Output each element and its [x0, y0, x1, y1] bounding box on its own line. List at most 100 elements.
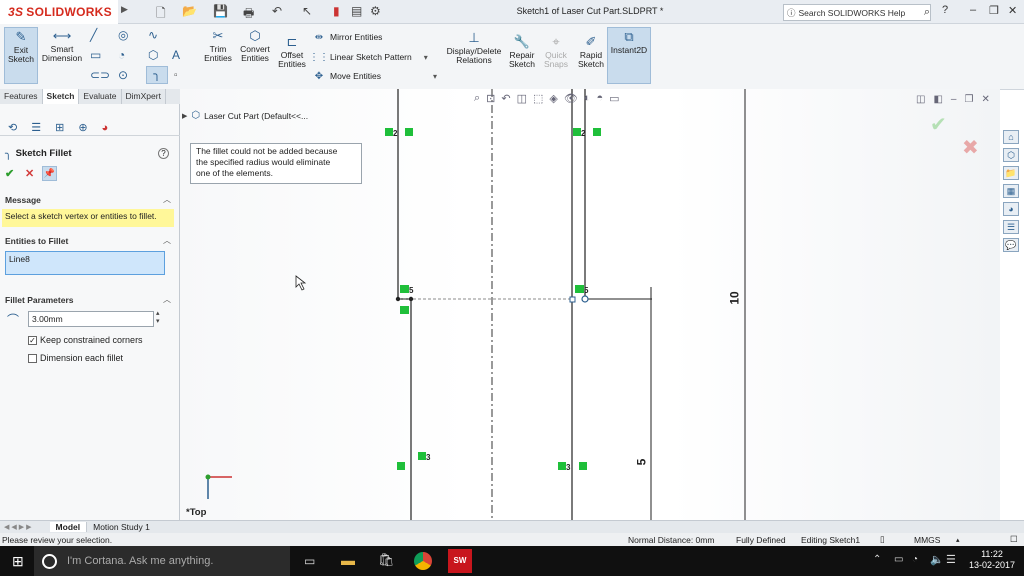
arc-icon[interactable]: ◔	[118, 48, 125, 62]
chevron-up-icon[interactable]: ▴	[956, 536, 960, 544]
relation-glyph[interactable]	[397, 462, 405, 470]
custom-properties-icon[interactable]: ☰	[1003, 220, 1019, 234]
text-icon[interactable]: A	[172, 48, 180, 62]
file-explorer-icon[interactable]: ▬	[341, 552, 355, 568]
spline-icon[interactable]: ∿	[148, 28, 158, 42]
relation-glyph[interactable]	[579, 462, 587, 470]
appearances-icon[interactable]: ◕	[1003, 202, 1019, 216]
dimension-10[interactable]: 10	[728, 291, 742, 304]
cancel-x-icon[interactable]: ✕	[25, 167, 34, 180]
line-icon[interactable]: ╱	[90, 28, 97, 42]
restore-button[interactable]: ❐	[989, 4, 999, 17]
expand-arrow-icon[interactable]: ▶	[182, 112, 187, 120]
dimension-5[interactable]: 5	[634, 459, 648, 466]
rebuild-status-icon[interactable]: ▯	[880, 534, 885, 545]
construction-point-icon[interactable]: ▫	[174, 70, 178, 81]
tab-sketch[interactable]: Sketch	[42, 89, 80, 104]
chrome-icon[interactable]	[414, 552, 432, 570]
sketch-fillet-icon[interactable]: ╮	[146, 66, 168, 84]
smart-dimension-button[interactable]: ⟷ Smart Dimension	[40, 27, 84, 84]
help-menu-button[interactable]: ?	[942, 4, 948, 16]
pushpin-icon[interactable]: 📌	[42, 166, 57, 181]
entities-section-header[interactable]: Entities to Fillet	[5, 236, 68, 246]
split-view-icon[interactable]: ◫	[916, 94, 925, 105]
forum-icon[interactable]: 💬	[1003, 238, 1019, 252]
file-properties-icon[interactable]: ▤	[351, 4, 362, 18]
save-icon[interactable]: 💾	[213, 4, 228, 18]
close-view-icon[interactable]: ✕	[981, 94, 989, 105]
minimize-view-icon[interactable]: –	[951, 94, 957, 105]
wifi-icon[interactable]: ◔	[912, 554, 918, 565]
cortana-search-box[interactable]: I'm Cortana. Ask me anything.	[34, 546, 290, 576]
radius-input[interactable]: 3.00mm	[28, 311, 154, 327]
trim-entities-button[interactable]: ✂ Trim Entities	[202, 27, 234, 84]
tab-evaluate[interactable]: Evaluate	[79, 89, 122, 104]
tray-chevron-icon[interactable]: ⌃	[873, 554, 881, 565]
tab-scroll-icon[interactable]: ◀◀▶▶	[4, 523, 34, 531]
spin-stepper-icon[interactable]: ▴ ▾	[156, 310, 160, 326]
confirm-cancel-icon[interactable]: ✖	[962, 137, 979, 159]
origin-point[interactable]	[205, 474, 211, 480]
mirror-entities-button[interactable]: ⇹ Mirror Entities	[313, 31, 383, 43]
units-selector[interactable]: MMGS	[914, 535, 940, 545]
dimension-each-option[interactable]: Dimension each fillet	[28, 353, 123, 363]
slot-icon[interactable]: ⊂⊃	[90, 68, 110, 82]
zoom-area-icon[interactable]: ⊡	[486, 92, 495, 105]
view-orientation-icon[interactable]: ⬚	[533, 92, 543, 105]
new-document-icon[interactable]: 🗋	[156, 4, 166, 25]
quick-snaps-button[interactable]: ⌖ Quick Snaps	[541, 33, 571, 84]
options-gear-icon[interactable]: ⚙	[370, 4, 381, 18]
design-library-icon[interactable]: ⬡	[1003, 148, 1019, 162]
keep-corners-checkbox[interactable]: ✓	[28, 335, 37, 345]
volume-icon[interactable]: 🔈	[930, 553, 944, 566]
relation-glyph[interactable]	[385, 128, 393, 136]
previous-view-icon[interactable]: ↶	[501, 92, 510, 105]
solidworks-logo[interactable]: 3S SOLIDWORKS	[0, 0, 118, 24]
tab-dimxpert[interactable]: DimXpert	[122, 89, 166, 104]
select-icon[interactable]: ↖	[302, 4, 312, 18]
chevron-up-icon[interactable]: ︿	[163, 194, 171, 205]
polygon-icon[interactable]: ⬡	[148, 48, 158, 62]
sketch-point[interactable]	[395, 296, 401, 302]
relation-glyph[interactable]	[558, 462, 566, 470]
message-section-header[interactable]: Message	[5, 195, 41, 205]
display-style-icon[interactable]: ◈	[549, 92, 557, 105]
notifications-icon[interactable]: ☰	[946, 553, 956, 566]
dimension-each-checkbox[interactable]	[28, 353, 37, 363]
entities-list[interactable]: Line8	[5, 251, 165, 275]
relation-glyph[interactable]	[405, 128, 413, 136]
chevron-up-icon[interactable]: ︿	[163, 235, 171, 246]
sketch-point[interactable]	[408, 296, 414, 302]
feature-tree-flyout[interactable]: ▶ ⬡ Laser Cut Part (Default<<...	[182, 110, 308, 121]
instant2d-button[interactable]: ⧉ Instant2D	[607, 27, 651, 84]
exit-sketch-button[interactable]: ✎ Exit Sketch	[4, 27, 38, 84]
windows-start-icon[interactable]: ⊞	[12, 553, 24, 570]
rebuild-icon[interactable]: ▮	[333, 4, 340, 18]
fillet-params-header[interactable]: Fillet Parameters	[5, 295, 74, 305]
point-icon[interactable]: ⊙	[118, 68, 128, 82]
menu-expand-icon[interactable]: ▶	[121, 4, 128, 15]
relation-glyph[interactable]	[400, 285, 409, 293]
tab-motion-study[interactable]: Motion Study 1	[86, 522, 156, 532]
split-view-icon[interactable]: ◧	[933, 94, 942, 105]
confirm-check-icon[interactable]: ✔	[930, 114, 947, 136]
help-button[interactable]: ?	[158, 148, 169, 159]
display-manager-icon[interactable]: ◕	[102, 122, 109, 134]
task-view-icon[interactable]: ▭	[304, 554, 315, 568]
view-palette-icon[interactable]: ▦	[1003, 184, 1019, 198]
home-icon[interactable]: ⌂	[1003, 130, 1019, 144]
edit-appearance-icon[interactable]: ◐	[584, 92, 591, 105]
customize-icon[interactable]: ☐	[1010, 534, 1018, 545]
print-icon[interactable]: 🖶	[243, 4, 254, 25]
help-search-input[interactable]: ⓘ Search SOLIDWORKS Help ⌕	[783, 4, 931, 21]
hide-show-icon[interactable]: 👁	[564, 92, 578, 105]
offset-entities-button[interactable]: ⊏ Offset Entities	[275, 33, 309, 84]
dimxpert-manager-icon[interactable]: ⊕	[78, 121, 87, 134]
move-entities-button[interactable]: ✥ Move Entities ▾	[313, 70, 437, 82]
section-view-icon[interactable]: ◫	[517, 92, 527, 105]
view-settings-icon[interactable]: ▭	[609, 92, 619, 105]
store-icon[interactable]: 🛍	[378, 552, 395, 568]
relation-glyph[interactable]	[593, 128, 601, 136]
circle-icon[interactable]: ◎	[118, 28, 128, 42]
zoom-to-fit-icon[interactable]: ⌕	[474, 92, 480, 105]
